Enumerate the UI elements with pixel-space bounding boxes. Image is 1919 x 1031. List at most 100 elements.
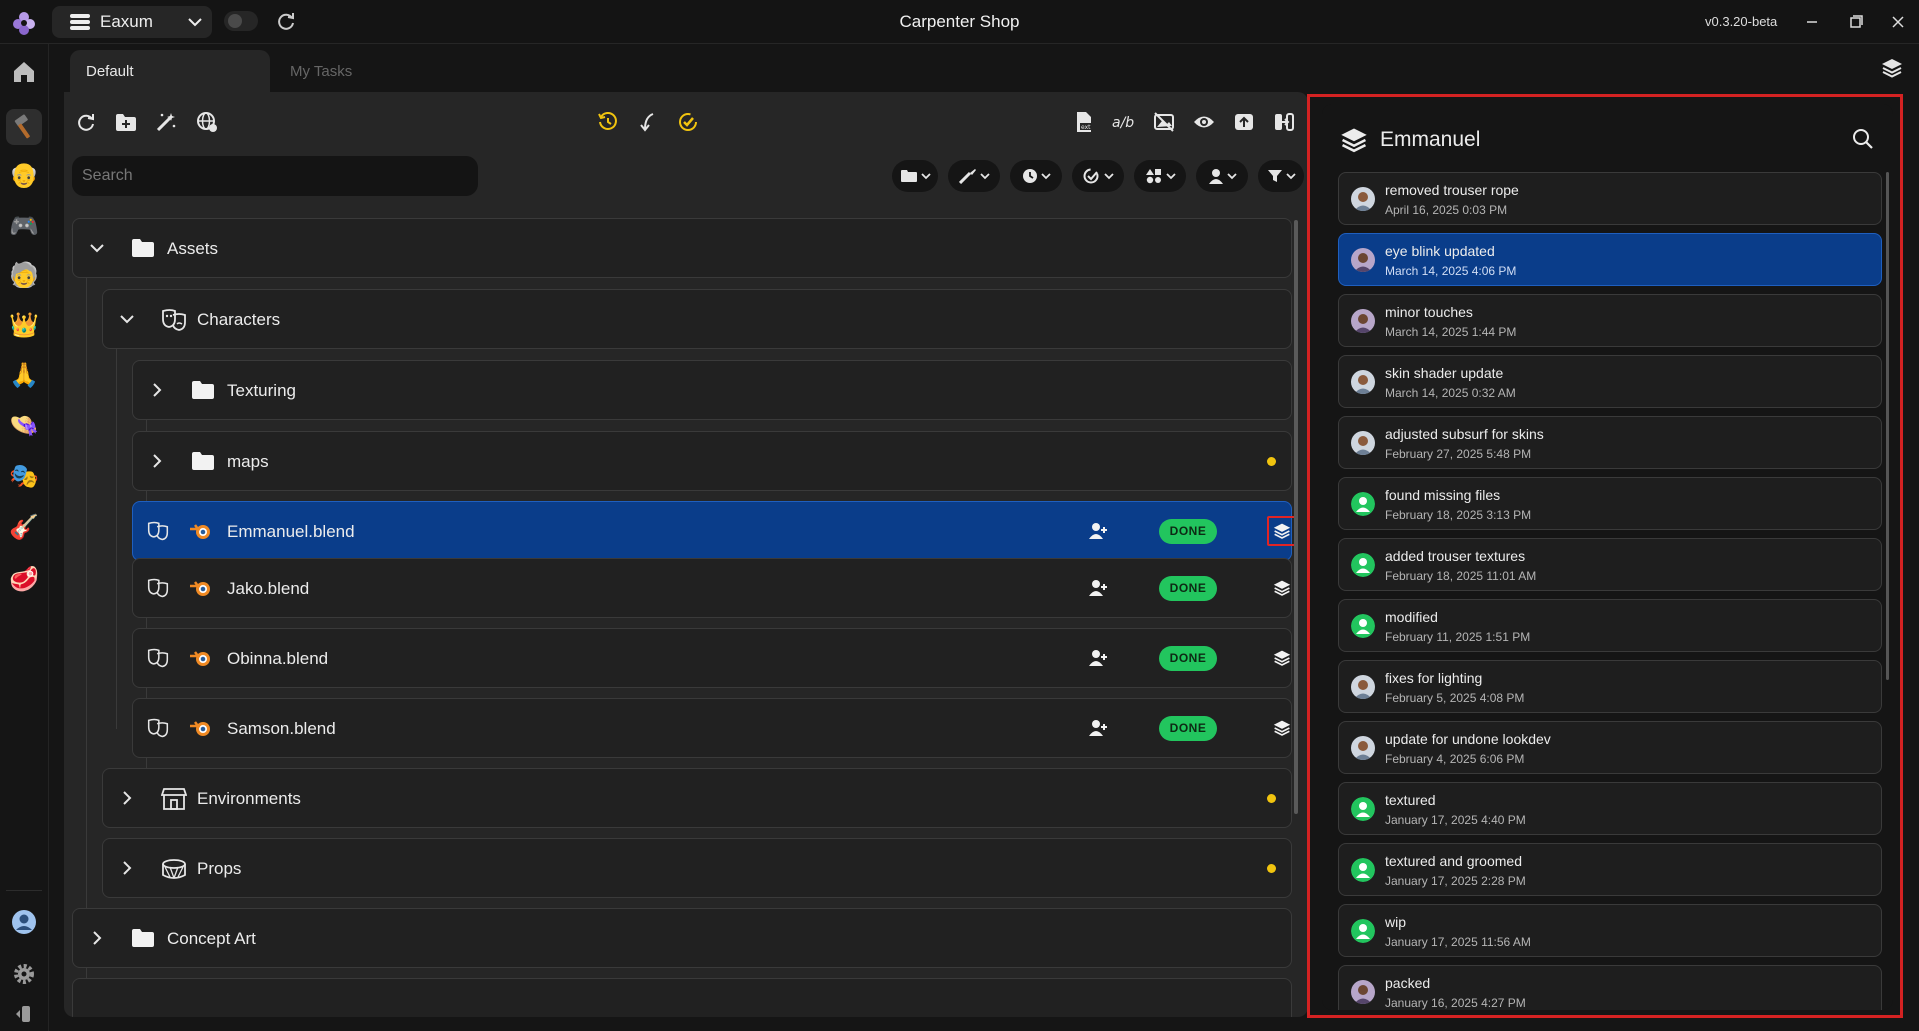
- tree-scrollbar[interactable]: [1294, 220, 1298, 814]
- guitar-icon[interactable]: 🎸: [6, 510, 42, 546]
- publish-icon[interactable]: [1270, 108, 1298, 136]
- hat-icon[interactable]: 👒: [6, 408, 42, 444]
- version-item[interactable]: modified February 11, 2025 1:51 PM: [1338, 599, 1882, 652]
- version-date: February 27, 2025 5:48 PM: [1385, 447, 1532, 461]
- game-controller-icon[interactable]: 🎮: [6, 209, 42, 245]
- assign-user-icon[interactable]: [1088, 648, 1108, 668]
- status-badge[interactable]: DONE: [1159, 576, 1217, 601]
- chevron-right-icon[interactable]: [147, 380, 167, 400]
- filter-task-dropdown[interactable]: [948, 160, 1000, 192]
- layers-icon[interactable]: [1267, 643, 1297, 673]
- assign-user-icon[interactable]: [1088, 521, 1108, 541]
- filter-type-dropdown[interactable]: [892, 160, 938, 192]
- chevron-right-icon[interactable]: [147, 451, 167, 471]
- layers-icon[interactable]: [1267, 573, 1297, 603]
- history-clock-icon[interactable]: [594, 108, 622, 136]
- version-item[interactable]: wip January 17, 2025 11:56 AM: [1338, 904, 1882, 957]
- tree-row-emmanuel-blend[interactable]: Emmanuel.blend DONE: [132, 501, 1297, 561]
- tab-default[interactable]: Default: [70, 50, 270, 92]
- filter-funnel-dropdown[interactable]: [1258, 160, 1304, 192]
- version-item[interactable]: added trouser textures February 18, 2025…: [1338, 538, 1882, 591]
- tree-row-environments[interactable]: Environments: [102, 768, 1292, 828]
- upload-icon[interactable]: [1230, 108, 1258, 136]
- search-icon[interactable]: [1852, 128, 1874, 150]
- filter-shape-dropdown[interactable]: [1134, 160, 1186, 192]
- project-avatar-2-icon[interactable]: 🧓: [6, 258, 42, 294]
- chevron-right-icon[interactable]: [117, 858, 137, 878]
- version-item[interactable]: textured January 17, 2025 4:40 PM: [1338, 782, 1882, 835]
- tree-row-samson-blend[interactable]: Samson.blend DONE: [132, 698, 1292, 758]
- praying-hands-icon[interactable]: 🙏: [6, 358, 42, 394]
- tree-row-props[interactable]: Props: [102, 838, 1292, 898]
- user-account-icon[interactable]: [6, 904, 42, 940]
- home-icon[interactable]: [6, 54, 42, 90]
- merge-arrow-icon[interactable]: [634, 108, 662, 136]
- meat-icon[interactable]: 🥩: [6, 562, 42, 598]
- settings-gear-icon[interactable]: [6, 956, 42, 992]
- tab-my-tasks[interactable]: My Tasks: [274, 50, 434, 92]
- status-badge[interactable]: DONE: [1159, 646, 1217, 671]
- close-icon[interactable]: [1886, 10, 1910, 34]
- hide-image-icon[interactable]: [1150, 108, 1178, 136]
- theater-masks-icon[interactable]: 🎭: [6, 459, 42, 495]
- layers-icon[interactable]: [1267, 516, 1297, 546]
- avatar: [1351, 370, 1375, 394]
- version-item[interactable]: adjusted subsurf for skins February 27, …: [1338, 416, 1882, 469]
- tree-row-obinna-blend[interactable]: Obinna.blend DONE: [132, 628, 1292, 688]
- version-item[interactable]: packed January 16, 2025 4:27 PM: [1338, 965, 1882, 1010]
- app-logo-icon[interactable]: [10, 9, 38, 37]
- history-scrollbar[interactable]: [1886, 172, 1889, 680]
- reload-icon[interactable]: [72, 108, 100, 136]
- rename-ab-icon[interactable]: a/b: [1110, 108, 1138, 136]
- version-item[interactable]: found missing files February 18, 2025 3:…: [1338, 477, 1882, 530]
- maximize-icon[interactable]: [1844, 10, 1868, 34]
- assign-user-icon[interactable]: [1088, 718, 1108, 738]
- search-input[interactable]: [72, 156, 478, 196]
- eye-icon[interactable]: [1190, 108, 1218, 136]
- version-date: January 17, 2025 11:56 AM: [1385, 935, 1531, 949]
- refresh-icon[interactable]: [276, 11, 296, 31]
- tree-row-jako-blend[interactable]: Jako.blend DONE: [132, 558, 1292, 618]
- version-item[interactable]: textured and groomed January 17, 2025 2:…: [1338, 843, 1882, 896]
- tree-guide-line: [86, 278, 87, 1017]
- version-item[interactable]: skin shader update March 14, 2025 0:32 A…: [1338, 355, 1882, 408]
- version-item[interactable]: removed trouser rope April 16, 2025 0:03…: [1338, 172, 1882, 225]
- chevron-down-icon[interactable]: [117, 309, 137, 329]
- minimize-icon[interactable]: [1800, 10, 1824, 34]
- layers-icon[interactable]: [1881, 58, 1903, 78]
- tree-row-maps[interactable]: maps: [132, 431, 1292, 491]
- magic-wand-icon[interactable]: [152, 108, 180, 136]
- tree-row-texturing[interactable]: Texturing: [132, 360, 1292, 420]
- version-item[interactable]: minor touches March 14, 2025 1:44 PM: [1338, 294, 1882, 347]
- globe-settings-icon[interactable]: [193, 108, 221, 136]
- hammer-icon[interactable]: [6, 109, 42, 145]
- version-item[interactable]: update for undone lookdev February 4, 20…: [1338, 721, 1882, 774]
- chevron-down-icon[interactable]: [87, 238, 107, 258]
- version-item[interactable]: eye blink updated March 14, 2025 4:06 PM: [1338, 233, 1882, 286]
- tree-row-partial[interactable]: [72, 978, 1292, 1017]
- status-badge[interactable]: DONE: [1159, 716, 1217, 741]
- status-badge[interactable]: DONE: [1159, 519, 1217, 544]
- chevron-right-icon[interactable]: [117, 788, 137, 808]
- project-avatar-1-icon[interactable]: 👴: [6, 158, 42, 194]
- tree-row-assets[interactable]: Assets: [72, 218, 1292, 278]
- crown-icon[interactable]: 👑: [6, 308, 42, 344]
- check-badge-icon[interactable]: [674, 108, 702, 136]
- layers-icon[interactable]: [1267, 713, 1297, 743]
- filter-status-dropdown[interactable]: [1072, 160, 1124, 192]
- assign-user-icon[interactable]: [1088, 578, 1108, 598]
- chevron-right-icon[interactable]: [87, 928, 107, 948]
- avatar: [1351, 492, 1375, 516]
- collapse-sidebar-icon[interactable]: [6, 996, 42, 1031]
- filter-time-dropdown[interactable]: [1010, 160, 1062, 192]
- version-item[interactable]: fixes for lighting February 5, 2025 4:08…: [1338, 660, 1882, 713]
- project-selector[interactable]: Eaxum: [52, 6, 212, 38]
- version-message: removed trouser rope: [1385, 182, 1519, 198]
- online-status-toggle[interactable]: [224, 11, 258, 31]
- blender-file-icon: [189, 717, 213, 739]
- tree-row-characters[interactable]: Characters: [102, 289, 1292, 349]
- new-folder-icon[interactable]: [112, 108, 140, 136]
- export-text-icon[interactable]: ext: [1070, 108, 1098, 136]
- tree-row-concept-art[interactable]: Concept Art: [72, 908, 1292, 968]
- filter-user-dropdown[interactable]: [1196, 160, 1248, 192]
